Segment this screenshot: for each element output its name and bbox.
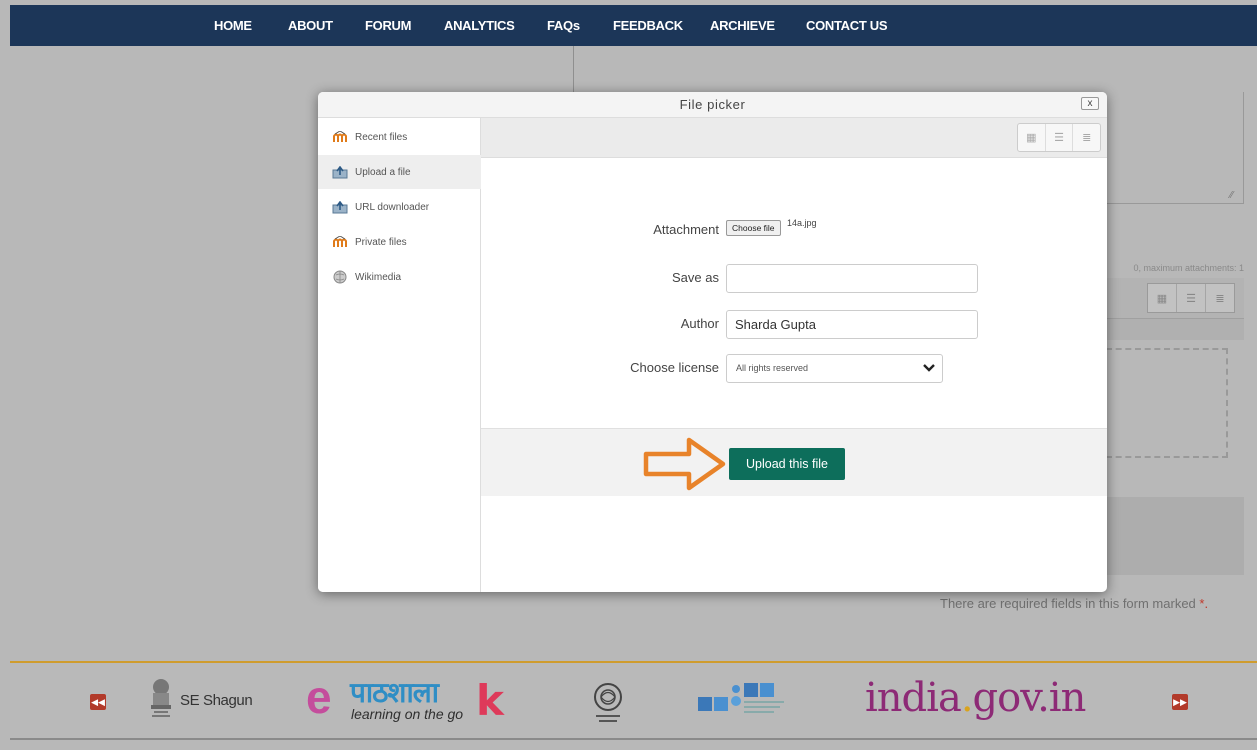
tree-view-icon[interactable]: ≣	[1206, 284, 1234, 312]
moodle-icon	[332, 235, 348, 249]
list-view-icon[interactable]: ☰	[1177, 284, 1206, 312]
india-gov-text-b: gov.in	[972, 675, 1087, 721]
sidebar-item-recent-files[interactable]: Recent files	[318, 120, 481, 154]
required-note-text: There are required fields in this form m…	[940, 596, 1196, 611]
required-star: *.	[1199, 596, 1209, 611]
save-as-input[interactable]	[726, 264, 978, 293]
attachment-label: Attachment	[653, 222, 719, 237]
save-as-row: Save as	[481, 264, 1107, 294]
save-as-label: Save as	[672, 270, 719, 285]
dialog-title: File picker	[679, 97, 746, 112]
top-nav: HOME ABOUT FORUM ANALYTICS FAQs FEEDBACK…	[10, 5, 1257, 46]
upload-icon	[332, 165, 348, 179]
india-gov-dot: .	[960, 675, 974, 721]
upload-action-bar: Upload this file	[481, 428, 1107, 496]
author-input[interactable]: Sharda Gupta	[726, 310, 978, 339]
ncert-logo[interactable]	[696, 679, 794, 723]
background-attachments-note: 0, maximum attachments: 1	[1133, 263, 1244, 273]
nav-feedback[interactable]: FEEDBACK	[613, 5, 683, 46]
repository-sidebar: Recent files Upload a file URL downloade…	[318, 118, 481, 592]
carousel-prev-button[interactable]: ◀◀	[90, 694, 106, 710]
author-row: Author Sharda Gupta	[481, 310, 1107, 340]
background-textarea[interactable]	[1106, 92, 1244, 204]
nav-home[interactable]: HOME	[214, 5, 252, 46]
background-divider	[573, 46, 574, 92]
india-gov-logo[interactable]: india.gov.in	[865, 673, 1087, 723]
file-picker-toolbar: ▦ ☰ ≣	[481, 118, 1107, 158]
nav-faqs[interactable]: FAQs	[547, 5, 580, 46]
epathshala-e: e	[306, 671, 332, 723]
carousel-next-button[interactable]: ▶▶	[1172, 694, 1188, 710]
epathshala-logo[interactable]: e पाठशाला learning on the go k	[306, 671, 521, 729]
author-label: Author	[680, 316, 719, 331]
chevron-down-icon	[923, 364, 935, 372]
attachment-row: Attachment Choose file 14a.jpg	[481, 216, 1107, 246]
epathshala-k: k	[476, 676, 504, 725]
sidebar-item-label: URL downloader	[355, 201, 430, 213]
annotation-arrow-icon	[643, 437, 726, 491]
resize-handle-icon[interactable]: ⁄⁄	[1230, 190, 1233, 201]
national-emblem-icon	[146, 677, 176, 723]
nav-about[interactable]: ABOUT	[288, 5, 333, 46]
nav-contact-us[interactable]: CONTACT US	[806, 5, 888, 46]
close-icon: x	[1087, 98, 1093, 109]
grid-view-icon[interactable]: ▦	[1148, 284, 1177, 312]
moodle-icon	[332, 130, 348, 144]
chosen-file-name: 14a.jpg	[787, 218, 817, 228]
sidebar-item-upload-a-file[interactable]: Upload a file	[318, 155, 481, 189]
nav-forum[interactable]: FORUM	[365, 5, 411, 46]
epathshala-tagline: learning on the go	[351, 706, 464, 722]
required-fields-note: There are required fields in this form m…	[940, 596, 1208, 611]
license-row: Choose license All rights reserved	[481, 354, 1107, 384]
url-download-icon	[332, 200, 348, 214]
sidebar-item-label: Wikimedia	[355, 271, 402, 283]
background-panel	[1106, 318, 1244, 340]
license-selected-value: All rights reserved	[736, 363, 809, 373]
wikimedia-icon	[332, 270, 348, 284]
close-button[interactable]: x	[1081, 97, 1099, 110]
view-switcher: ▦ ☰ ≣	[1017, 123, 1101, 152]
list-view-icon[interactable]: ☰	[1046, 124, 1074, 151]
dialog-header: File picker x	[318, 92, 1107, 118]
sidebar-item-label: Upload a file	[355, 166, 411, 178]
choose-file-button[interactable]: Choose file	[726, 220, 781, 236]
background-button-area	[1106, 497, 1244, 575]
tree-view-icon[interactable]: ≣	[1073, 124, 1100, 151]
nishtha-logo[interactable]	[590, 679, 626, 727]
background-view-buttons: ▦ ☰ ≣	[1147, 283, 1235, 313]
license-select[interactable]: All rights reserved	[726, 354, 943, 383]
upload-this-file-button[interactable]: Upload this file	[729, 448, 845, 480]
sidebar-item-label: Private files	[355, 236, 407, 248]
file-picker-dialog: File picker x Recent files Upload a file…	[318, 92, 1107, 592]
nav-archieve[interactable]: ARCHIEVE	[710, 5, 775, 46]
nav-analytics[interactable]: ANALYTICS	[444, 5, 515, 46]
se-shagun-label: SE Shagun	[180, 691, 253, 709]
choose-license-label: Choose license	[630, 360, 719, 375]
india-gov-text-a: india	[865, 675, 962, 721]
se-shagun-logo[interactable]: SE Shagun	[146, 675, 253, 725]
sidebar-item-wikimedia[interactable]: Wikimedia	[318, 260, 481, 294]
grid-view-icon[interactable]: ▦	[1018, 124, 1046, 151]
footer-logo-carousel: ◀◀ SE Shagun e पाठशाला learning on the g…	[10, 661, 1257, 740]
background-dropzone[interactable]	[1106, 348, 1228, 458]
sidebar-item-label: Recent files	[355, 131, 408, 143]
sidebar-item-private-files[interactable]: Private files	[318, 225, 481, 259]
sidebar-item-url-downloader[interactable]: URL downloader	[318, 190, 481, 224]
epathshala-devanagari: पाठशाला	[350, 677, 439, 708]
